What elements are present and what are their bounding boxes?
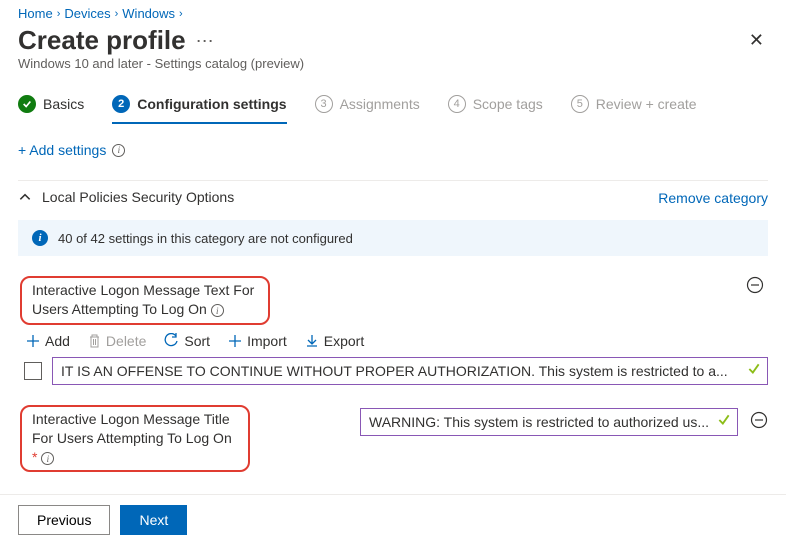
step-label: Configuration settings	[137, 96, 286, 112]
previous-button[interactable]: Previous	[18, 505, 110, 535]
btn-label: Delete	[106, 333, 146, 349]
text-input[interactable]: WARNING: This system is restricted to au…	[360, 408, 738, 436]
remove-category-link[interactable]: Remove category	[658, 190, 768, 206]
chevron-up-icon[interactable]	[18, 190, 32, 204]
page-title: Create profile	[18, 25, 186, 56]
check-icon	[717, 413, 731, 430]
step-label: Basics	[43, 96, 84, 112]
btn-label: Add	[45, 333, 70, 349]
wizard-steps: Basics 2 Configuration settings 3 Assign…	[0, 89, 786, 124]
field-row: IT IS AN OFFENSE TO CONTINUE WITHOUT PRO…	[24, 357, 768, 385]
required-asterisk: *	[32, 449, 37, 465]
more-menu-button[interactable]: ⋯	[196, 32, 215, 50]
step-number-icon: 2	[112, 95, 130, 113]
checkbox[interactable]	[24, 362, 42, 380]
step-label: Review + create	[596, 96, 697, 112]
setting-toolbar: Add Delete Sort Import Export	[26, 333, 768, 349]
collapse-icon	[750, 411, 768, 429]
chevron-right-icon: ›	[57, 8, 61, 20]
add-settings-label: + Add settings	[18, 142, 106, 158]
step-number-icon: 3	[315, 95, 333, 113]
info-icon: i	[32, 230, 48, 246]
step-assignments[interactable]: 3 Assignments	[315, 89, 420, 123]
setting-label-highlight: Interactive Logon Message Text For Users…	[20, 276, 270, 325]
setting-logon-title: Interactive Logon Message Title For User…	[18, 405, 768, 473]
setting-label-highlight: Interactive Logon Message Title For User…	[20, 405, 250, 473]
btn-label: Import	[247, 333, 287, 349]
btn-label: Export	[324, 333, 364, 349]
info-icon[interactable]: i	[211, 304, 224, 317]
step-configuration[interactable]: 2 Configuration settings	[112, 89, 286, 123]
info-text: 40 of 42 settings in this category are n…	[58, 231, 353, 246]
step-label: Assignments	[340, 96, 420, 112]
info-message: i 40 of 42 settings in this category are…	[18, 220, 768, 256]
breadcrumb-devices[interactable]: Devices	[64, 6, 110, 21]
chevron-right-icon: ›	[115, 8, 119, 20]
info-icon[interactable]: i	[112, 144, 125, 157]
text-input[interactable]: IT IS AN OFFENSE TO CONTINUE WITHOUT PRO…	[52, 357, 768, 385]
next-button[interactable]: Next	[120, 505, 187, 535]
step-label: Scope tags	[473, 96, 543, 112]
refresh-icon	[164, 333, 179, 348]
breadcrumb-windows[interactable]: Windows	[122, 6, 175, 21]
btn-label: Sort	[184, 333, 210, 349]
sort-button[interactable]: Sort	[164, 333, 210, 349]
input-value: WARNING: This system is restricted to au…	[369, 414, 709, 430]
step-number-icon: 4	[448, 95, 466, 113]
collapse-button[interactable]	[746, 276, 764, 297]
trash-icon	[88, 334, 101, 348]
breadcrumb: Home › Devices › Windows ›	[0, 0, 786, 23]
breadcrumb-home[interactable]: Home	[18, 6, 53, 21]
close-button[interactable]: ✕	[745, 26, 768, 55]
plus-icon	[228, 334, 242, 348]
input-value: IT IS AN OFFENSE TO CONTINUE WITHOUT PRO…	[61, 363, 728, 379]
page-subtitle: Windows 10 and later - Settings catalog …	[0, 56, 786, 89]
wizard-footer: Previous Next	[0, 494, 786, 545]
add-settings-link[interactable]: + Add settings i	[18, 142, 768, 158]
plus-icon	[26, 334, 40, 348]
info-icon[interactable]: i	[41, 452, 54, 465]
collapse-button[interactable]	[750, 411, 768, 432]
category-header: Local Policies Security Options Remove c…	[18, 180, 768, 214]
check-circle-icon	[18, 95, 36, 113]
export-button[interactable]: Export	[305, 333, 364, 349]
page-header: Create profile ⋯ ✕	[0, 23, 786, 56]
delete-button: Delete	[88, 333, 146, 349]
collapse-icon	[746, 276, 764, 294]
step-review[interactable]: 5 Review + create	[571, 89, 697, 123]
download-icon	[305, 334, 319, 348]
setting-label-text: Interactive Logon Message Title For User…	[32, 411, 232, 446]
add-button[interactable]: Add	[26, 333, 70, 349]
setting-logon-text: Interactive Logon Message Text For Users…	[18, 276, 768, 385]
step-basics[interactable]: Basics	[18, 89, 84, 123]
check-icon	[747, 362, 761, 379]
chevron-right-icon: ›	[179, 8, 183, 20]
category-name: Local Policies Security Options	[42, 189, 234, 205]
import-button[interactable]: Import	[228, 333, 287, 349]
step-number-icon: 5	[571, 95, 589, 113]
step-scope-tags[interactable]: 4 Scope tags	[448, 89, 543, 123]
